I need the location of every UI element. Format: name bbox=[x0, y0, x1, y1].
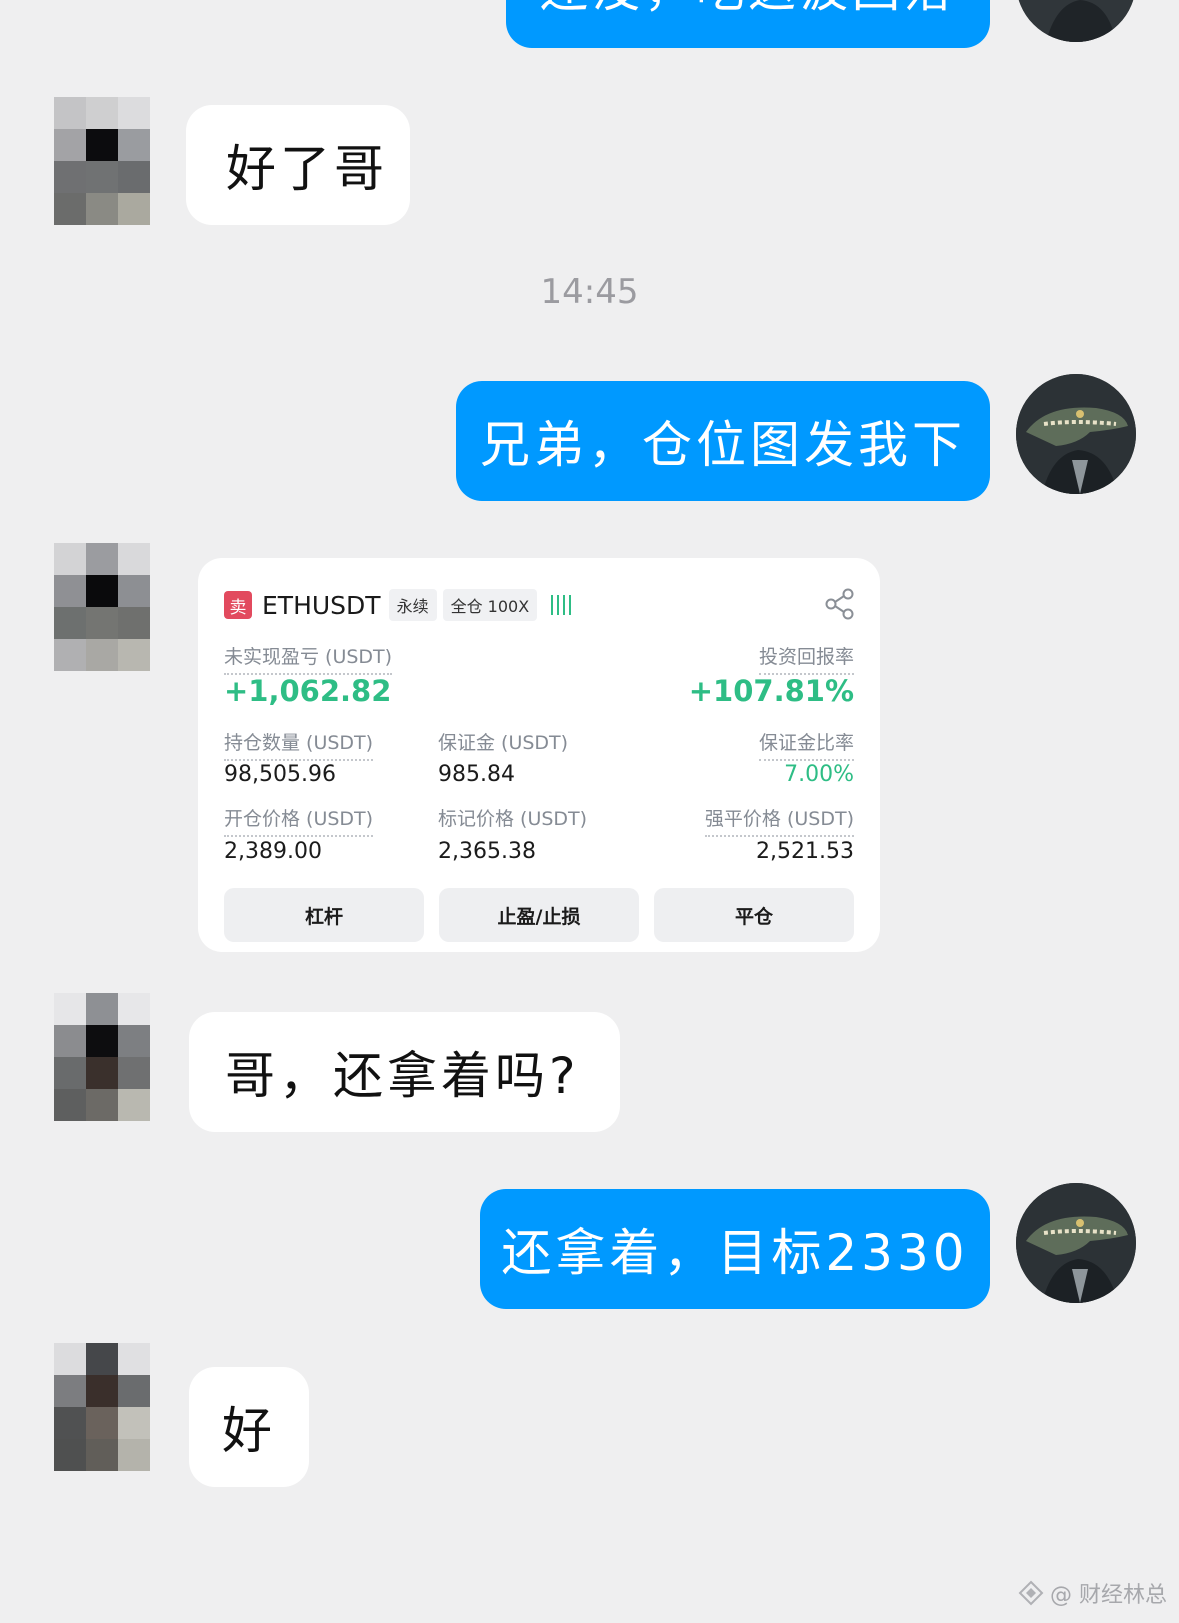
incoming-message-6[interactable]: 好 bbox=[189, 1367, 309, 1487]
contract-type-tag: 永续 bbox=[388, 589, 437, 621]
tp-sl-button[interactable]: 止盈/止损 bbox=[439, 888, 639, 942]
sell-badge: 卖 bbox=[224, 591, 252, 619]
position-card[interactable]: 卖 ETHUSDT 永续 全仓 100X 未实现盈亏 (USDT) +1,062… bbox=[198, 558, 880, 952]
outgoing-message-1[interactable]: 还没，吃这波回落 bbox=[506, 0, 990, 48]
position-size-label[interactable]: 持仓数量 (USDT) bbox=[224, 728, 374, 761]
avatar-other[interactable] bbox=[54, 97, 150, 225]
close-position-button[interactable]: 平仓 bbox=[654, 888, 854, 942]
message-text: 哥，还拿着吗? bbox=[225, 1047, 580, 1105]
symbol: ETHUSDT bbox=[262, 590, 381, 620]
margin-mode-tag: 全仓 100X bbox=[442, 589, 538, 621]
leverage-button[interactable]: 杠杆 bbox=[224, 888, 424, 942]
signal-bars-icon bbox=[551, 595, 572, 615]
crocodile-avatar-icon bbox=[1016, 1183, 1136, 1303]
pixelated-avatar-icon bbox=[54, 543, 150, 671]
share-icon[interactable] bbox=[824, 588, 856, 620]
crocodile-avatar-icon bbox=[1016, 0, 1136, 42]
message-text: 兄弟，仓位图发我下 bbox=[480, 416, 966, 474]
margin-ratio-label[interactable]: 保证金比率 bbox=[758, 728, 854, 761]
margin-ratio-value: 7.00% bbox=[784, 762, 854, 787]
mark-price-label[interactable]: 标记价格 (USDT) bbox=[438, 804, 587, 835]
avatar-self[interactable] bbox=[1016, 1183, 1136, 1303]
pixelated-avatar-icon bbox=[54, 97, 150, 225]
liq-price-label[interactable]: 强平价格 (USDT) bbox=[704, 804, 854, 837]
roi-label[interactable]: 投资回报率 bbox=[758, 642, 854, 675]
avatar-self[interactable] bbox=[1016, 374, 1136, 494]
entry-price-label[interactable]: 开仓价格 (USDT) bbox=[224, 804, 374, 837]
pixelated-avatar-icon bbox=[54, 993, 150, 1121]
watermark-text: @ 财经林总 bbox=[1050, 1583, 1167, 1608]
mark-price-value: 2,365.38 bbox=[438, 839, 536, 864]
message-text: 好 bbox=[222, 1402, 276, 1460]
position-size-value: 98,505.96 bbox=[224, 762, 336, 787]
message-text: 还没，吃这波回落 bbox=[540, 0, 956, 20]
watermark: @ 财经林总 bbox=[1018, 1577, 1167, 1609]
outgoing-message-5[interactable]: 还拿着，目标2330 bbox=[480, 1189, 990, 1309]
unrealized-pnl-value: +1,062.82 bbox=[224, 674, 392, 708]
pixelated-avatar-icon bbox=[54, 1343, 150, 1471]
incoming-message-2[interactable]: 好了哥 bbox=[186, 105, 410, 225]
margin-value: 985.84 bbox=[438, 762, 515, 787]
avatar-self[interactable] bbox=[1016, 0, 1136, 42]
unrealized-pnl-label[interactable]: 未实现盈亏 (USDT) bbox=[224, 642, 393, 675]
avatar-other[interactable] bbox=[54, 543, 150, 671]
avatar-other[interactable] bbox=[54, 1343, 150, 1471]
outgoing-message-3[interactable]: 兄弟，仓位图发我下 bbox=[456, 381, 990, 501]
card-header: 卖 ETHUSDT 永续 全仓 100X bbox=[224, 589, 573, 621]
crocodile-avatar-icon bbox=[1016, 374, 1136, 494]
liq-price-value: 2,521.53 bbox=[756, 839, 854, 864]
message-text: 还拿着，目标2330 bbox=[501, 1224, 969, 1282]
entry-price-value: 2,389.00 bbox=[224, 839, 322, 864]
incoming-message-4[interactable]: 哥，还拿着吗? bbox=[189, 1012, 620, 1132]
margin-label[interactable]: 保证金 (USDT) bbox=[438, 728, 568, 759]
timestamp: 14:45 bbox=[540, 272, 639, 312]
roi-value: +107.81% bbox=[688, 674, 854, 708]
diamond-logo-icon bbox=[1018, 1580, 1044, 1606]
avatar-other[interactable] bbox=[54, 993, 150, 1121]
message-text: 好了哥 bbox=[226, 140, 388, 198]
